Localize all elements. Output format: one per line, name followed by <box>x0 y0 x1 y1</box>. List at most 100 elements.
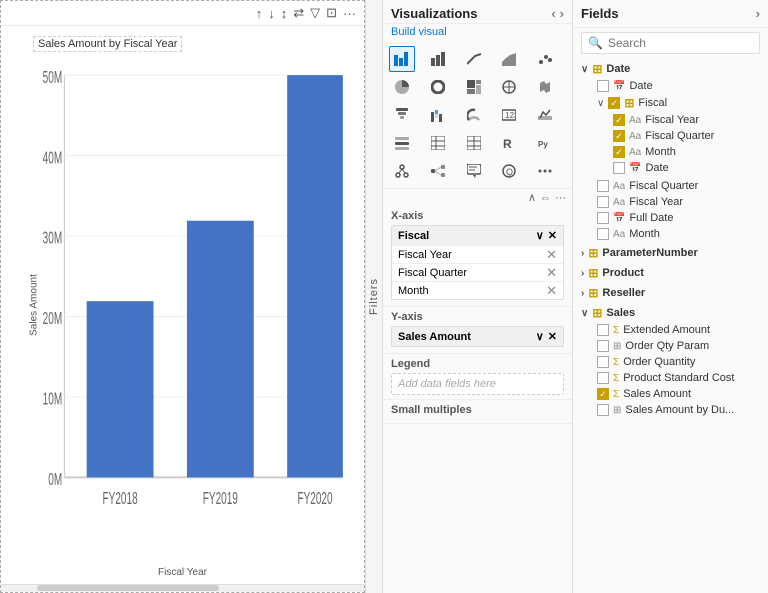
legend-placeholder[interactable]: Add data fields here <box>391 373 564 395</box>
field-item-product-standard-cost[interactable]: Σ Product Standard Cost <box>593 370 764 386</box>
fiscal-subgroup-header[interactable]: ∨ ⊞ Fiscal <box>593 94 764 112</box>
field-item-extended-amount[interactable]: Σ Extended Amount <box>593 322 764 338</box>
field-checkbox-date[interactable] <box>597 80 609 92</box>
viz-collapse-left-icon[interactable]: ‹ <box>551 6 555 21</box>
field-checkbox-order-qty-param[interactable] <box>597 340 609 352</box>
chart-scroll-thumb[interactable] <box>37 585 219 591</box>
field-checkbox-order-quantity[interactable] <box>597 356 609 368</box>
donut-chart-icon[interactable] <box>425 74 451 100</box>
pie-chart-icon[interactable] <box>389 74 415 100</box>
slicer-icon[interactable] <box>389 130 415 156</box>
yaxis-field-header[interactable]: Sales Amount ∨ ✕ <box>392 327 563 346</box>
field-item-date[interactable]: 📅 Date <box>593 78 764 94</box>
field-checkbox-fiscal[interactable] <box>608 97 620 109</box>
column-chart-icon[interactable] <box>425 46 451 72</box>
table-icon-reseller: ⊞ <box>588 286 598 300</box>
field-name-fy-top: Fiscal Year <box>629 196 760 208</box>
field-group-sales-header[interactable]: ∨ ⊞ Sales <box>577 304 764 322</box>
line-chart-icon[interactable] <box>461 46 487 72</box>
field-item-fiscal-year[interactable]: Aa Fiscal Year <box>609 112 764 128</box>
fields-expand-icon[interactable]: › <box>756 6 760 21</box>
field-item-sales-amount-by-du[interactable]: ⊞ Sales Amount by Du... <box>593 402 764 418</box>
chart-area: Sales Amount by Fiscal Year Sales Amount… <box>1 26 364 584</box>
field-item-order-quantity[interactable]: Σ Order Quantity <box>593 354 764 370</box>
field-item-fiscal-year-top[interactable]: Aa Fiscal Year <box>593 194 764 210</box>
map-icon[interactable] <box>496 74 522 100</box>
bar-fy2020 <box>287 75 343 477</box>
calendar-icon-date-sub: 📅 <box>629 163 641 174</box>
field-item-sales-amount[interactable]: Σ Sales Amount <box>593 386 764 402</box>
text-icon-fiscal-year: Aa <box>629 115 641 126</box>
scatter-chart-icon[interactable] <box>532 46 558 72</box>
search-input[interactable] <box>608 36 753 50</box>
field-checkbox-product-standard-cost[interactable] <box>597 372 609 384</box>
move-down-icon[interactable]: ↓ <box>268 6 275 21</box>
viz-more-row: ∧ ⇔ ··· <box>383 189 572 206</box>
remove-fiscal-quarter-icon[interactable]: ✕ <box>546 266 557 279</box>
field-checkbox-fiscal-year[interactable] <box>613 114 625 126</box>
decomp-tree-icon[interactable] <box>425 158 451 184</box>
field-checkbox-month-top[interactable] <box>597 228 609 240</box>
field-group-date-header[interactable]: ∨ ⊞ Date <box>577 60 764 78</box>
sigma-icon-sales-amount: Σ <box>613 389 619 400</box>
field-checkbox-full-date[interactable] <box>597 212 609 224</box>
field-checkbox-fiscal-quarter-top[interactable] <box>597 180 609 192</box>
remove-month-icon[interactable]: ✕ <box>546 284 557 297</box>
field-group-product-header[interactable]: › ⊞ Product <box>577 264 764 282</box>
focus-mode-icon[interactable]: ⊡ <box>326 5 337 21</box>
field-checkbox-date-sub[interactable] <box>613 162 625 174</box>
waterfall-icon[interactable] <box>425 102 451 128</box>
filters-sidebar[interactable]: Filters <box>365 0 383 593</box>
matrix-icon[interactable] <box>461 130 487 156</box>
fields-search-box[interactable]: 🔍 <box>581 32 760 54</box>
funnel-chart-icon[interactable] <box>389 102 415 128</box>
field-item-full-date[interactable]: 📅 Full Date <box>593 210 764 226</box>
filled-map-icon[interactable] <box>532 74 558 100</box>
field-item-month-top[interactable]: Aa Month <box>593 226 764 242</box>
field-checkbox-extended-amount[interactable] <box>597 324 609 336</box>
viz-expand-right-icon[interactable]: › <box>560 6 564 21</box>
chevron-right-icon-param: › <box>581 248 584 259</box>
field-item-month[interactable]: Aa Month <box>609 144 764 160</box>
smart-narrative-icon[interactable] <box>461 158 487 184</box>
field-item-date-sub[interactable]: 📅 Date <box>609 160 764 176</box>
chart-scrollbar[interactable] <box>1 584 364 592</box>
field-item-order-qty-param[interactable]: ⊞ Order Qty Param <box>593 338 764 354</box>
python-icon[interactable]: Py <box>532 130 558 156</box>
area-chart-icon[interactable] <box>496 46 522 72</box>
more-options-icon[interactable]: ··· <box>343 6 356 21</box>
yaxis-clear-icon[interactable]: ✕ <box>548 330 557 343</box>
r-visual-icon[interactable]: R <box>496 130 522 156</box>
key-influencers-icon[interactable] <box>389 158 415 184</box>
field-item-fiscal-quarter[interactable]: Aa Fiscal Quarter <box>609 128 764 144</box>
field-checkbox-fiscal-year-top[interactable] <box>597 196 609 208</box>
more-icon[interactable]: ··· <box>555 192 566 204</box>
field-group-parameternumber-header[interactable]: › ⊞ ParameterNumber <box>577 244 764 262</box>
move-updown-icon[interactable]: ↕ <box>281 6 288 21</box>
field-checkbox-month[interactable] <box>613 146 625 158</box>
field-checkbox-sales-amount-by-du[interactable] <box>597 404 609 416</box>
xaxis-field-header[interactable]: Fiscal ∨ ✕ <box>392 226 563 245</box>
xaxis-clear-icon[interactable]: ✕ <box>548 229 557 242</box>
field-name-fq-top: Fiscal Quarter <box>629 180 760 192</box>
chevron-right-icon-product: › <box>581 268 584 279</box>
bar-chart-icon[interactable] <box>389 46 415 72</box>
remove-fiscal-year-icon[interactable]: ✕ <box>546 248 557 261</box>
field-checkbox-fiscal-quarter[interactable] <box>613 130 625 142</box>
chevron-up-icon[interactable]: ∧ <box>528 191 536 204</box>
field-group-reseller-header[interactable]: › ⊞ Reseller <box>577 284 764 302</box>
table-icon-fiscal: ⊞ <box>624 96 634 110</box>
field-item-fiscal-quarter-top[interactable]: Aa Fiscal Quarter <box>593 178 764 194</box>
kpi-icon[interactable] <box>532 102 558 128</box>
card-icon[interactable]: 123 <box>496 102 522 128</box>
field-checkbox-sales-amount[interactable] <box>597 388 609 400</box>
table-viz-icon[interactable] <box>425 130 451 156</box>
move-up-icon[interactable]: ↑ <box>256 6 263 21</box>
move-leftright-icon[interactable]: ⇄ <box>293 5 304 21</box>
qa-icon[interactable]: Q <box>496 158 522 184</box>
more-visuals-icon[interactable] <box>532 158 558 184</box>
arrows-icon[interactable]: ⇔ <box>540 192 551 204</box>
gauge-icon[interactable] <box>461 102 487 128</box>
filter-icon[interactable]: ▽ <box>310 5 320 21</box>
treemap-icon[interactable] <box>461 74 487 100</box>
